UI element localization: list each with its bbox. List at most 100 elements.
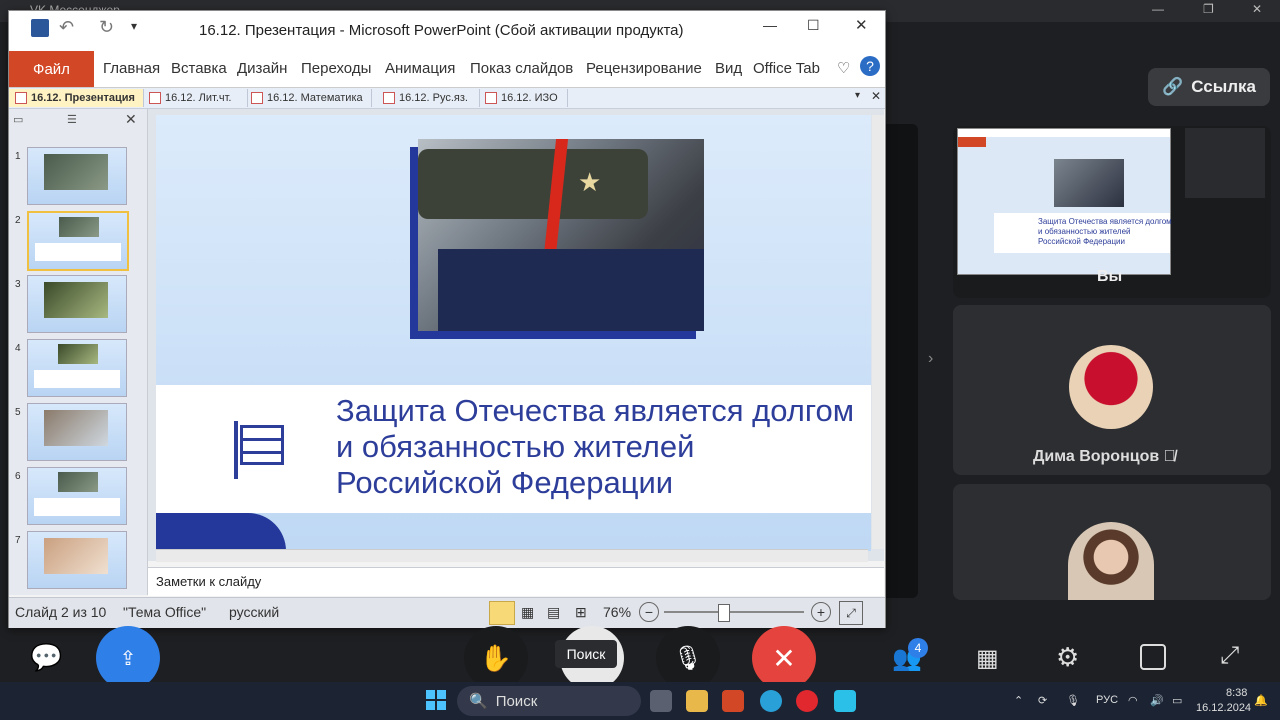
participant-tile-dima[interactable]: Дима Воронцов 🎙̸ [953, 305, 1271, 475]
ppt-file-icon [251, 92, 263, 104]
zoom-in-icon[interactable]: + [811, 602, 831, 622]
zoom-slider-thumb[interactable] [717, 604, 730, 622]
settings-gear-icon[interactable]: ⚙ [1056, 642, 1079, 673]
fullscreen-icon[interactable]: ⤢ [1220, 642, 1239, 670]
language-status[interactable]: русский [229, 604, 279, 620]
minimize-icon[interactable]: — [763, 17, 777, 33]
slide-thumbnail[interactable] [27, 147, 127, 205]
doc-tab-rus[interactable]: 16.12. Рус.яз. [377, 89, 480, 107]
powerpoint-window[interactable]: ↶ ↻ ▾ 16.12. Презентация - Microsoft Pow… [8, 10, 886, 628]
tab-review[interactable]: Рецензирование [586, 60, 702, 77]
file-tab[interactable]: Файл [9, 51, 94, 87]
participant-tile-you[interactable]: Защита Отечества является долгом и обязан… [953, 126, 1271, 298]
doc-tab-presentation[interactable]: 16.12. Презентация [9, 89, 144, 107]
vk-messenger-icon[interactable] [834, 690, 856, 712]
reading-view-icon[interactable]: ▤ [547, 604, 560, 621]
restore-icon[interactable]: ❐ [1203, 2, 1214, 16]
undo-icon[interactable]: ↶ [59, 17, 74, 38]
normal-view-icon[interactable] [489, 601, 515, 625]
participants-badge: 4 [908, 638, 928, 658]
clock-time[interactable]: 8:38 [1226, 687, 1247, 699]
tab-transitions[interactable]: Переходы [301, 60, 371, 77]
chevron-right-icon[interactable]: › [928, 350, 933, 368]
opera-icon[interactable] [796, 690, 818, 712]
sync-icon[interactable]: ⟳ [1038, 694, 1047, 707]
notifications-bell-icon[interactable]: 🔔 [1254, 694, 1268, 707]
screen-share-button[interactable]: ⇪ [96, 626, 160, 690]
close-tab-icon[interactable]: ✕ [871, 89, 881, 103]
slide-thumbnail[interactable] [27, 275, 127, 333]
battery-icon[interactable]: ▭ [1172, 694, 1182, 707]
raise-hand-button[interactable]: ✋ [464, 626, 528, 690]
thumb-number: 1 [15, 151, 21, 162]
tab-insert[interactable]: Вставка [171, 60, 227, 77]
tab-animation[interactable]: Анимация [385, 60, 455, 77]
current-slide[interactable]: ★ Защита Отечества является долгом и обя… [156, 115, 871, 551]
doc-tab-lit[interactable]: 16.12. Лит.чт. [143, 89, 248, 107]
zoom-out-icon[interactable]: − [639, 602, 659, 622]
file-explorer-icon[interactable] [686, 690, 708, 712]
powerpoint-icon[interactable] [722, 690, 744, 712]
taskbar-search[interactable]: 🔍 Поиск [457, 686, 641, 716]
zoom-level[interactable]: 76% [603, 604, 631, 620]
wifi-icon[interactable]: ◠ [1128, 694, 1138, 707]
vertical-scrollbar[interactable] [872, 115, 884, 549]
tray-chevron-up-icon[interactable]: ⌃ [1014, 694, 1023, 707]
quick-access-dropdown-icon[interactable]: ▾ [131, 19, 137, 33]
slide-photo[interactable]: ★ [418, 139, 704, 331]
slide-thumbnail-pane[interactable]: ▭ ☰ ✕ 1 2 3 4 5 6 7 [9, 109, 148, 595]
tab-design[interactable]: Дизайн [237, 60, 287, 77]
tab-office-tab[interactable]: Office Tab [753, 60, 820, 77]
heart-icon[interactable]: ♡ [837, 59, 850, 77]
grid-layout-icon[interactable]: ▦ [976, 644, 999, 673]
participant-name-text: Дима Воронцов [1033, 448, 1160, 465]
chat-icon[interactable]: 💬 [30, 642, 62, 673]
outline-view-icon[interactable]: ☰ [67, 113, 77, 126]
minimize-icon[interactable]: — [1152, 2, 1164, 16]
close-icon[interactable]: ✕ [1252, 2, 1262, 16]
slide-thumbnail[interactable] [27, 467, 127, 525]
horizontal-scrollbar[interactable] [156, 549, 868, 562]
slide-edit-area[interactable]: ★ Защита Отечества является долгом и обя… [148, 109, 884, 562]
slide-thumbnail[interactable] [27, 339, 127, 397]
clock-date[interactable]: 16.12.2024 [1196, 702, 1251, 714]
save-icon[interactable] [31, 19, 49, 37]
slide-title[interactable]: Защита Отечества является долгом и обяза… [336, 393, 871, 501]
theme-name[interactable]: "Тема Office" [123, 604, 206, 620]
mic-tray-icon[interactable]: 🎙 [1066, 694, 1080, 707]
close-pane-icon[interactable]: ✕ [125, 111, 137, 128]
slideshow-icon[interactable]: ⊞ [575, 604, 587, 621]
end-call-button[interactable]: ✕ [752, 626, 816, 690]
zoom-slider[interactable] [664, 604, 804, 622]
slides-view-icon[interactable]: ▭ [13, 113, 23, 126]
slide-thumbnail-selected[interactable] [27, 211, 129, 271]
flag-icon [234, 421, 284, 479]
slide-thumbnail[interactable] [27, 403, 127, 461]
tab-view[interactable]: Вид [715, 60, 742, 77]
redo-icon[interactable]: ↻ [99, 17, 114, 38]
tabs-dropdown-icon[interactable]: ▾ [855, 90, 860, 101]
edge-icon[interactable] [760, 690, 782, 712]
microphone-button[interactable]: 🎙 [656, 626, 720, 690]
participant-tile-3[interactable] [953, 484, 1271, 600]
close-icon[interactable]: ✕ [855, 16, 868, 34]
doc-tab-math[interactable]: 16.12. Математика [245, 89, 372, 107]
link-icon: 🔗 [1162, 77, 1184, 96]
thumbnail-image [44, 154, 108, 190]
doc-tab-izo[interactable]: 16.12. ИЗО [479, 89, 568, 107]
volume-icon[interactable]: 🔊 [1150, 694, 1164, 707]
tab-home[interactable]: Главная [103, 60, 160, 77]
slide-sorter-icon[interactable]: ▦ [521, 604, 534, 621]
slide-thumbnail[interactable] [27, 531, 127, 589]
picture-in-picture-icon[interactable] [1140, 644, 1166, 670]
fit-slide-icon[interactable]: ⤢ [839, 601, 863, 625]
input-language[interactable]: РУС [1096, 694, 1118, 706]
maximize-icon[interactable]: ☐ [807, 17, 820, 34]
tab-slideshow[interactable]: Показ слайдов [470, 60, 573, 77]
help-icon[interactable]: ? [860, 56, 880, 76]
participant-name: Вы [1097, 268, 1123, 285]
windows-start-icon[interactable] [426, 690, 446, 710]
notes-pane[interactable]: Заметки к слайду [148, 567, 884, 596]
task-view-icon[interactable] [650, 690, 672, 712]
copy-link-button[interactable]: 🔗 Ссылка [1148, 68, 1270, 106]
